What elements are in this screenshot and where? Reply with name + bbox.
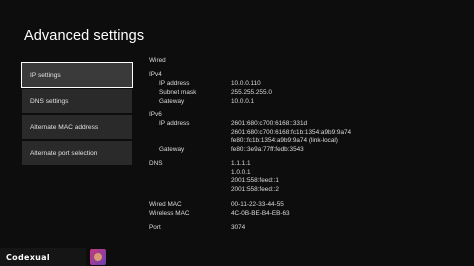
menu-item-dns-settings[interactable]: DNS settings (22, 89, 132, 113)
wireless-mac-value: 4C-0B-BE-B4-EB-63 (231, 210, 290, 217)
dns-value: 2001:558:feed::1 (231, 177, 279, 185)
ipv4-mask-value: 255.255.255.0 (231, 89, 272, 96)
ipv6-ip-value: 2601:680:c700:6168::331d (231, 120, 308, 127)
ipv6-ip-value: fe80::fc1b:1354:a9b9:9a74 (link-local) (231, 137, 338, 145)
dns-value: 2001:558:feed::2 (231, 185, 279, 193)
port-label: Port (149, 224, 161, 231)
ipv6-heading: IPv6 (149, 111, 162, 118)
ipv4-ip-value: 10.0.0.110 (231, 80, 261, 87)
wireless-mac-label: Wireless MAC (149, 210, 190, 217)
ipv4-mask-label: Subnet mask (159, 89, 197, 96)
settings-menu: IP settings DNS settings Alternate MAC a… (21, 62, 134, 167)
dns-label: DNS (149, 160, 163, 167)
ipv4-gateway-label: Gateway (159, 98, 185, 105)
ipv4-heading: IPv4 (149, 71, 162, 78)
ipv6-ip-value: 2601:680:c700:6168:fc1b:1354:a9b9:9a74 (231, 128, 352, 136)
ipv6-gateway-value: fe80::3e9a:77ff:fedb:3543 (231, 146, 304, 153)
wired-heading: Wired (149, 57, 166, 64)
ipv6-gateway-label: Gateway (159, 146, 185, 153)
ipv4-gateway-value: 10.0.0.1 (231, 98, 255, 105)
menu-item-alternate-mac-address[interactable]: Alternate MAC address (22, 115, 132, 139)
dns-values: 1.1.1.1 1.0.0.1 2001:558:feed::1 2001:55… (231, 160, 279, 194)
menu-item-ip-settings[interactable]: IP settings (21, 62, 133, 88)
ipv6-ip-label: IP address (159, 120, 190, 127)
dns-value: 1.0.0.1 (231, 168, 251, 176)
port-value: 3074 (231, 224, 246, 231)
ipv4-ip-label: IP address (159, 80, 190, 87)
ipv6-ip-values: 2601:680:c700:6168::331d 2601:680:c700:6… (231, 120, 351, 146)
menu-item-alternate-port-selection[interactable]: Alternate port selection (22, 141, 132, 165)
channel-avatar (90, 249, 106, 265)
page-title: Advanced settings (24, 28, 145, 44)
wired-mac-value: 00-11-22-33-44-55 (231, 201, 284, 208)
watermark-label: Codexual (0, 248, 86, 266)
dns-value: 1.1.1.1 (231, 160, 251, 167)
wired-mac-label: Wired MAC (149, 201, 182, 208)
